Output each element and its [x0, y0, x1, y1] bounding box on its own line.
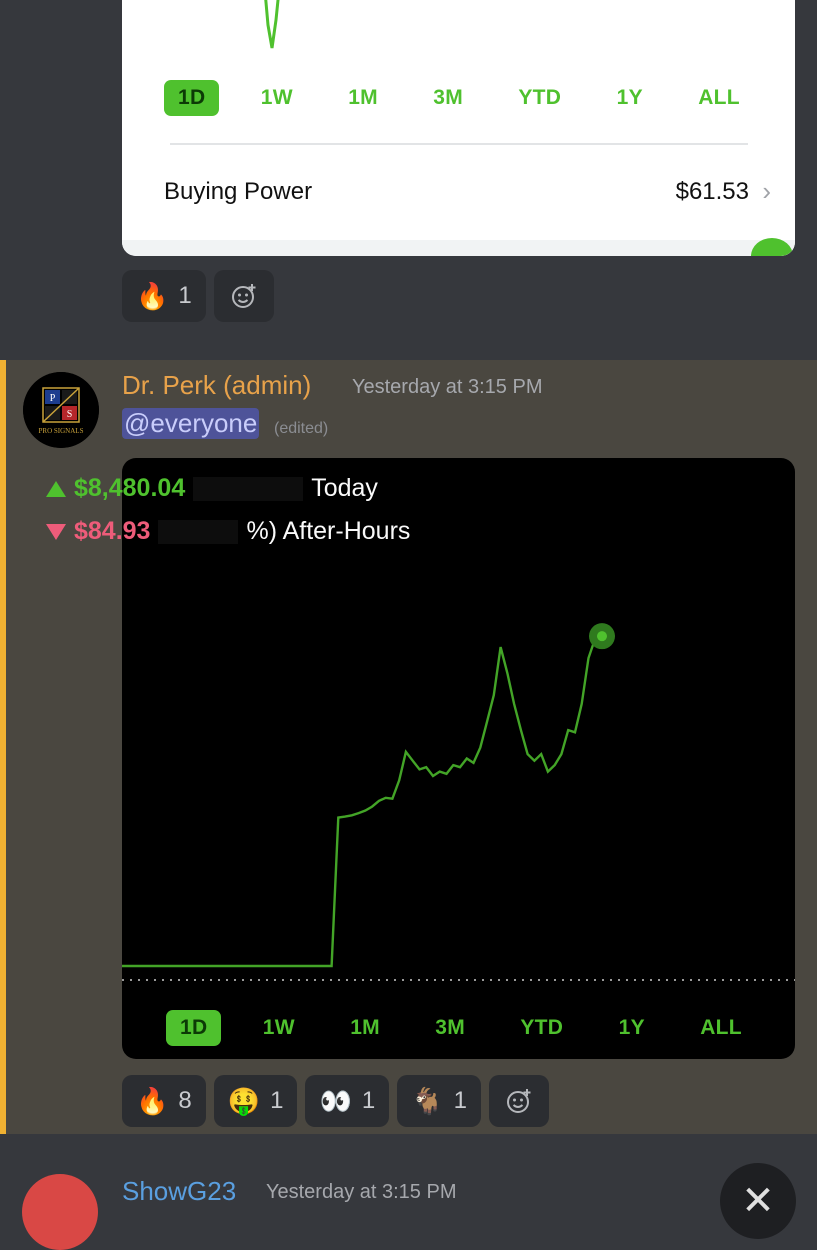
username[interactable]: Dr. Perk (admin): [122, 370, 311, 401]
time-range-selector: 1D 1W 1M 3M YTD 1Y ALL: [166, 1010, 756, 1046]
series-line: [122, 635, 603, 968]
range-1m-button[interactable]: 1M: [336, 1010, 394, 1046]
triangle-down-icon: [46, 523, 66, 540]
reaction-bar: 🔥 8 🤑 1 👀 1 🐐 1: [122, 1075, 549, 1127]
range-1y-button[interactable]: 1Y: [605, 1010, 659, 1046]
reaction-chip[interactable]: 🤑 1: [213, 1075, 298, 1127]
today-change: $8,480.04 Today: [46, 474, 378, 503]
svg-text:P: P: [50, 393, 56, 404]
reaction-emoji: 🔥: [136, 1086, 169, 1116]
mention-everyone[interactable]: @everyone: [122, 408, 260, 439]
avatar[interactable]: P S PRO SIGNALS: [23, 372, 99, 448]
divider: [170, 143, 748, 145]
chevron-right-icon[interactable]: ›: [762, 176, 771, 207]
svg-text:S: S: [67, 409, 73, 420]
time-range-selector: 1D 1W 1M 3M YTD 1Y ALL: [164, 80, 754, 116]
card-bottom-strip: [122, 240, 795, 256]
range-ytd-button[interactable]: YTD: [504, 80, 575, 116]
after-hours-value: $84.93: [74, 517, 151, 545]
svg-text:PRO SIGNALS: PRO SIGNALS: [39, 427, 84, 435]
close-button[interactable]: ✕: [720, 1163, 796, 1239]
after-hours-label: %) After-Hours: [246, 517, 411, 545]
reaction-emoji: 🐐: [411, 1086, 444, 1116]
username[interactable]: ShowG23: [122, 1176, 236, 1207]
reaction-chip[interactable]: 👀 1: [305, 1075, 390, 1127]
reaction-emoji: 👀: [319, 1086, 352, 1116]
reaction-chip[interactable]: 🐐 1: [397, 1075, 481, 1127]
buying-power-label: Buying Power: [164, 178, 313, 205]
reaction-count: 1: [453, 1087, 467, 1114]
pro-signals-logo-icon: P S PRO SIGNALS: [23, 372, 99, 448]
range-1w-button[interactable]: 1W: [249, 1010, 309, 1046]
range-1m-button[interactable]: 1M: [334, 80, 392, 116]
range-1w-button[interactable]: 1W: [247, 80, 307, 116]
reaction-bar: 🔥 1: [122, 270, 274, 322]
portfolio-line-chart: [122, 623, 795, 981]
range-3m-button[interactable]: 3M: [421, 1010, 479, 1046]
reaction-count: 1: [361, 1087, 376, 1114]
buying-power-value: $61.53: [675, 178, 749, 205]
reaction-count: 1: [270, 1087, 284, 1114]
reaction-count: 1: [178, 282, 192, 309]
range-3m-button[interactable]: 3M: [419, 80, 477, 116]
range-1y-button[interactable]: 1Y: [603, 80, 657, 116]
redacted-percent: [158, 519, 239, 544]
current-point: [597, 631, 607, 642]
reaction-chip[interactable]: 🔥 1: [122, 270, 206, 322]
today-label: Today: [311, 474, 378, 502]
today-change-value: $8,480.04: [74, 474, 186, 502]
add-emoji-icon: [506, 1089, 531, 1113]
portfolio-card-dark: 1D 1W 1M 3M YTD 1Y ALL: [122, 458, 795, 1059]
range-1d-button[interactable]: 1D: [164, 80, 220, 116]
reaction-count: 8: [178, 1087, 192, 1114]
triangle-up-icon: [46, 480, 66, 497]
message-timestamp: Yesterday at 3:15 PM: [266, 1181, 457, 1203]
close-icon: ✕: [741, 1179, 775, 1223]
portfolio-card-light: 1D 1W 1M 3M YTD 1Y ALL Buying Power $61.53 ›: [122, 0, 795, 256]
range-all-button[interactable]: ALL: [686, 1010, 756, 1046]
after-hours-change: $84.93 %) After-Hours: [46, 517, 410, 546]
edited-label: (edited): [274, 420, 329, 437]
redacted-percent: [193, 476, 304, 501]
range-ytd-button[interactable]: YTD: [506, 1010, 577, 1046]
range-all-button[interactable]: ALL: [684, 80, 754, 116]
reaction-emoji: 🔥: [136, 281, 169, 311]
add-emoji-icon: [231, 284, 256, 308]
chart-tail-line: [264, 0, 280, 49]
reaction-emoji: 🤑: [227, 1086, 261, 1116]
add-reaction-button[interactable]: [488, 1075, 549, 1127]
range-1d-button[interactable]: 1D: [166, 1010, 222, 1046]
reaction-chip[interactable]: 🔥 8: [122, 1075, 206, 1127]
avatar[interactable]: [22, 1174, 98, 1250]
message-timestamp: Yesterday at 3:15 PM: [352, 376, 543, 398]
add-reaction-button[interactable]: [213, 270, 274, 322]
